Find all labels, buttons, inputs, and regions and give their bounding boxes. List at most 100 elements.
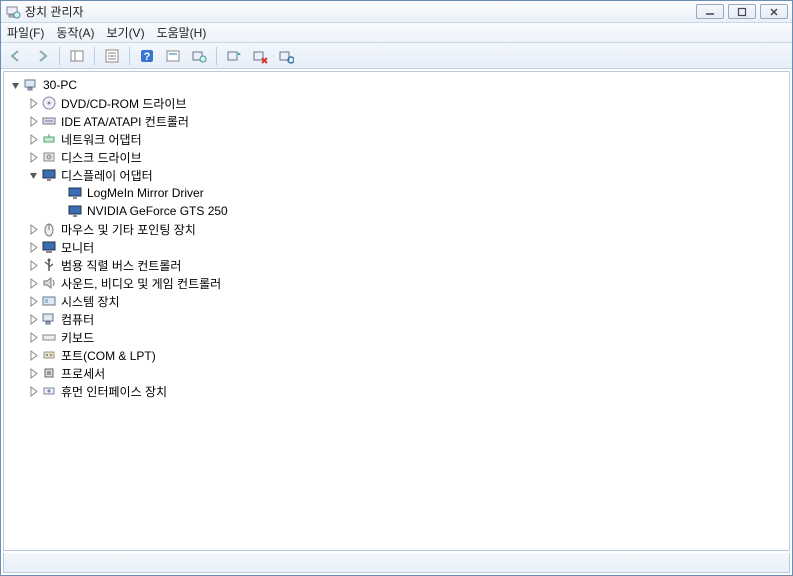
back-button[interactable] <box>5 45 27 67</box>
port-icon <box>41 347 57 363</box>
tree-node-label: IDE ATA/ATAPI 컨트롤러 <box>61 113 189 130</box>
expand-icon[interactable] <box>28 116 39 127</box>
tree-node-label: 시스템 장치 <box>61 293 120 310</box>
expand-icon[interactable] <box>28 242 39 253</box>
tree-node-label: 30-PC <box>43 78 77 92</box>
tree-category-node[interactable]: 디스플레이 어댑터 <box>6 166 787 184</box>
close-button[interactable] <box>760 4 788 19</box>
disc-icon <box>41 95 57 111</box>
tree-category-node[interactable]: 범용 직렬 버스 컨트롤러 <box>6 256 787 274</box>
tree-category-node[interactable]: 휴먼 인터페이스 장치 <box>6 382 787 400</box>
toolbar-icon[interactable] <box>275 45 297 67</box>
tree-category-node[interactable]: 네트워크 어댑터 <box>6 130 787 148</box>
app-icon <box>5 4 21 20</box>
expand-icon[interactable] <box>28 260 39 271</box>
menu-action[interactable]: 동작(A) <box>56 24 94 41</box>
expand-icon[interactable] <box>28 296 39 307</box>
tree-category-node[interactable]: DVD/CD-ROM 드라이브 <box>6 94 787 112</box>
tree-node-label: 키보드 <box>61 329 94 346</box>
menubar: 파일(F) 동작(A) 보기(V) 도움말(H) <box>1 23 792 43</box>
tree-node-label: 범용 직렬 버스 컨트롤러 <box>61 257 181 274</box>
device-manager-window: 장치 관리자 파일(F) 동작(A) 보기(V) 도움말(H) ? 30-PC D… <box>0 0 793 576</box>
svg-text:?: ? <box>144 51 151 63</box>
display-icon <box>41 167 57 183</box>
tree-category-node[interactable]: 마우스 및 기타 포인팅 장치 <box>6 220 787 238</box>
toolbar-separator <box>59 47 60 65</box>
collapse-icon[interactable] <box>10 80 21 91</box>
expand-icon[interactable] <box>28 152 39 163</box>
tree-category-node[interactable]: 모니터 <box>6 238 787 256</box>
forward-button[interactable] <box>31 45 53 67</box>
expand-icon[interactable] <box>28 224 39 235</box>
keyboard-icon <box>41 329 57 345</box>
expand-icon[interactable] <box>28 278 39 289</box>
toolbar-separator <box>129 47 130 65</box>
show-hide-console-button[interactable] <box>66 45 88 67</box>
minimize-button[interactable] <box>696 4 724 19</box>
tree-node-label: 마우스 및 기타 포인팅 장치 <box>61 221 196 238</box>
ide-icon <box>41 113 57 129</box>
menu-help[interactable]: 도움말(H) <box>157 24 207 41</box>
help-button[interactable]: ? <box>136 45 158 67</box>
tree-node-label: 사운드, 비디오 및 게임 컨트롤러 <box>61 275 221 292</box>
mouse-icon <box>41 221 57 237</box>
properties-button[interactable] <box>101 45 123 67</box>
display-icon <box>67 203 83 219</box>
display-icon <box>67 185 83 201</box>
tree-node-label: LogMeIn Mirror Driver <box>87 186 204 200</box>
tree-device-node[interactable]: NVIDIA GeForce GTS 250 <box>6 202 787 220</box>
tree-leaf-spacer <box>54 188 65 199</box>
collapse-icon[interactable] <box>28 170 39 181</box>
tree-category-node[interactable]: 프로세서 <box>6 364 787 382</box>
titlebar: 장치 관리자 <box>1 1 792 23</box>
tree-node-label: 디스크 드라이브 <box>61 149 142 166</box>
tree-category-node[interactable]: 컴퓨터 <box>6 310 787 328</box>
expand-icon[interactable] <box>28 134 39 145</box>
tree-category-node[interactable]: IDE ATA/ATAPI 컨트롤러 <box>6 112 787 130</box>
tree-node-label: 포트(COM & LPT) <box>61 347 156 364</box>
menu-view[interactable]: 보기(V) <box>106 24 144 41</box>
cpu-icon <box>41 365 57 381</box>
expand-icon[interactable] <box>28 98 39 109</box>
maximize-button[interactable] <box>728 4 756 19</box>
toolbar-separator <box>94 47 95 65</box>
tree-node-label: NVIDIA GeForce GTS 250 <box>87 204 228 218</box>
tree-node-label: 네트워크 어댑터 <box>61 131 142 148</box>
expand-icon[interactable] <box>28 350 39 361</box>
sound-icon <box>41 275 57 291</box>
tree-device-node[interactable]: LogMeIn Mirror Driver <box>6 184 787 202</box>
expand-icon[interactable] <box>28 314 39 325</box>
disk-icon <box>41 149 57 165</box>
window-title: 장치 관리자 <box>25 3 84 20</box>
system-icon <box>41 293 57 309</box>
menu-file[interactable]: 파일(F) <box>7 24 44 41</box>
tree-node-label: DVD/CD-ROM 드라이브 <box>61 95 187 112</box>
tree-root-node[interactable]: 30-PC <box>6 76 787 94</box>
tree-category-node[interactable]: 시스템 장치 <box>6 292 787 310</box>
tree-leaf-spacer <box>54 206 65 217</box>
toolbar-separator <box>216 47 217 65</box>
tree-category-node[interactable]: 키보드 <box>6 328 787 346</box>
device-tree[interactable]: 30-PC DVD/CD-ROM 드라이브IDE ATA/ATAPI 컨트롤러네트… <box>3 71 790 551</box>
expand-icon[interactable] <box>28 368 39 379</box>
toolbar: ? <box>1 43 792 69</box>
statusbar <box>3 553 790 573</box>
computer-icon <box>23 77 39 93</box>
expand-icon[interactable] <box>28 332 39 343</box>
usb-icon <box>41 257 57 273</box>
tree-category-node[interactable]: 포트(COM & LPT) <box>6 346 787 364</box>
tree-node-label: 디스플레이 어댑터 <box>61 167 153 184</box>
tree-node-label: 컴퓨터 <box>61 311 94 328</box>
update-driver-button[interactable] <box>223 45 245 67</box>
tree-node-label: 프로세서 <box>61 365 105 382</box>
tree-category-node[interactable]: 사운드, 비디오 및 게임 컨트롤러 <box>6 274 787 292</box>
uninstall-button[interactable] <box>249 45 271 67</box>
tree-node-label: 모니터 <box>61 239 94 256</box>
monitor-icon <box>41 239 57 255</box>
scan-hardware-button[interactable] <box>188 45 210 67</box>
computer-icon <box>41 311 57 327</box>
expand-icon[interactable] <box>28 386 39 397</box>
tree-category-node[interactable]: 디스크 드라이브 <box>6 148 787 166</box>
toolbar-icon[interactable] <box>162 45 184 67</box>
network-icon <box>41 131 57 147</box>
